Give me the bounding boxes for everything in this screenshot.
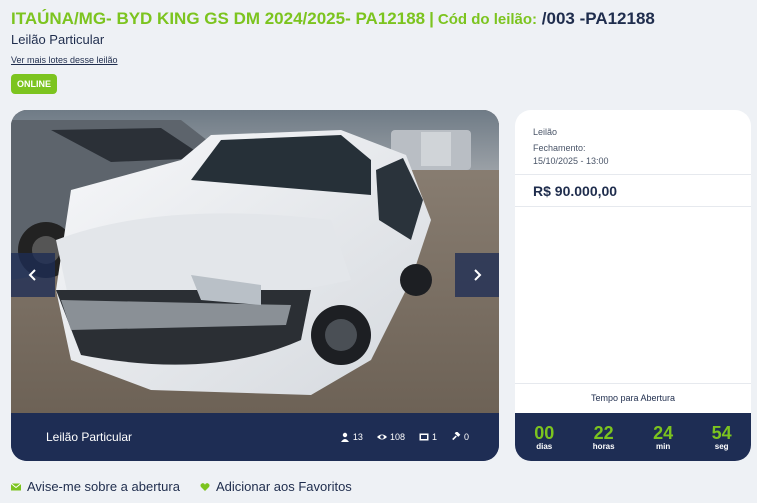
countdown-days-unit: dias [536,441,553,451]
stat-bids-value: 0 [463,432,469,442]
add-favorites-button[interactable]: Adicionar aos Favoritos [200,479,352,494]
stat-views-value: 108 [389,432,405,442]
gavel-icon [452,432,461,441]
auction-label: Leilão [533,127,558,137]
eye-icon [376,434,387,440]
stat-photos-value: 1 [431,432,437,442]
chevron-left-icon [28,269,36,281]
countdown-timer: 00 dias 22 horas 24 min 54 seg [515,413,751,461]
envelope-icon [11,482,21,490]
countdown-seconds-value: 54 [711,422,732,443]
lot-title: ITAÚNA/MG- BYD KING GS DM 2024/2025- PA1… [11,9,426,28]
countdown-minutes-unit: min [656,441,671,451]
stat-participants-value: 13 [352,432,363,442]
auction-type-subtitle: Leilão Particular [11,32,105,47]
gallery-next-button[interactable] [455,253,499,297]
closing-label: Fechamento: [533,143,586,153]
chevron-right-icon [474,269,482,281]
stat-photos: 1 [419,432,437,442]
countdown-hours-unit: horas [592,441,615,451]
auction-code-label: Cód do leilão: [437,11,538,28]
divider [515,206,751,207]
stat-participants: 13 [340,432,363,442]
notify-opening-label: Avise-me sobre a abertura [27,479,180,494]
photo-gallery: Leilão Particular 13 108 1 0 [11,110,499,461]
auction-info-panel: Leilão Fechamento: 15/10/2025 - 13:00 R$… [515,110,751,461]
countdown-hours: 22 horas [593,424,615,451]
countdown-hours-value: 22 [593,422,614,443]
image-icon [419,433,429,441]
countdown-minutes-value: 24 [653,422,674,443]
page-title: ITAÚNA/MG- BYD KING GS DM 2024/2025- PA1… [11,9,655,29]
countdown-days-value: 00 [534,422,555,443]
user-icon [340,432,349,442]
title-separator: | [429,9,434,28]
notify-opening-button[interactable]: Avise-me sobre a abertura [11,479,180,494]
divider [515,383,751,384]
stat-bids: 0 [451,432,469,442]
gallery-info-bar: Leilão Particular 13 108 1 0 [11,413,499,461]
lot-stats: 13 108 1 0 [340,432,469,442]
countdown-days: 00 dias [534,424,554,451]
lot-actions: Avise-me sobre a abertura Adicionar aos … [11,479,352,494]
heart-icon [200,482,210,491]
more-lots-link[interactable]: Ver mais lotes desse leilão [11,55,118,65]
stat-views: 108 [376,432,405,442]
countdown-minutes: 24 min [653,424,673,451]
countdown-seconds-unit: seg [714,441,729,451]
countdown-label: Tempo para Abertura [590,393,676,403]
auction-code-value: /003 -PA12188 [541,9,655,28]
countdown-seconds: 54 seg [712,424,732,451]
lot-price: R$ 90.000,00 [533,183,618,199]
add-favorites-label: Adicionar aos Favoritos [215,479,352,494]
closing-date: 15/10/2025 - 13:00 [533,156,609,166]
gallery-prev-button[interactable] [11,253,55,297]
car-photo[interactable] [11,110,499,413]
gallery-bar-title: Leilão Particular [46,430,133,444]
divider [515,174,751,175]
status-badge: ONLINE [11,74,58,94]
